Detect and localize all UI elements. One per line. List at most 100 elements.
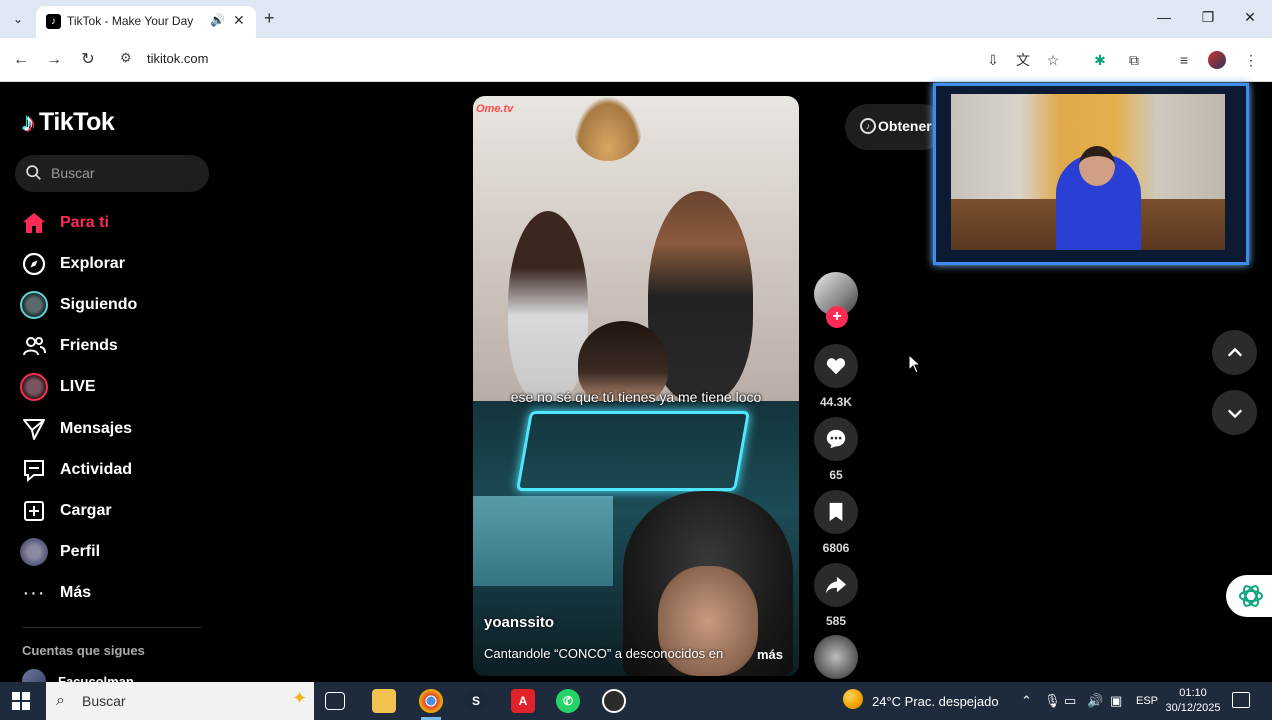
share-count: 585: [825, 614, 847, 628]
like-count: 44.3K: [819, 395, 853, 409]
browser-tab-bar: ⌄ ♪ TikTok - Make Your Day 🔊 ✕ + — ❐ ✕: [0, 0, 1272, 38]
sidebar-item-para-ti[interactable]: Para ti: [18, 202, 218, 243]
chatgpt-floating-button[interactable]: [1226, 575, 1272, 617]
sidebar-item-label: Explorar: [60, 254, 125, 272]
weather-icon[interactable]: [843, 689, 863, 709]
browser-tab[interactable]: ♪ TikTok - Make Your Day 🔊 ✕: [36, 6, 256, 38]
install-app-icon[interactable]: ⇩: [982, 49, 1004, 71]
reload-button[interactable]: ↻: [77, 49, 99, 71]
sidebar-item-label: Perfil: [60, 543, 101, 561]
follow-plus-button[interactable]: +: [826, 306, 848, 328]
copilot-sparkle-icon: ✦: [292, 688, 308, 708]
sidebar-item-explorar[interactable]: Explorar: [18, 243, 218, 284]
weather-text[interactable]: 24°C Prac. despejado: [872, 694, 999, 709]
comment-action[interactable]: 65: [814, 417, 858, 482]
video-player[interactable]: Ome.tv ese no sé que tú tienes ya me tie…: [473, 96, 799, 676]
sidebar-nav: Para ti Explorar Siguiendo Friends LIVE: [18, 202, 218, 614]
search-box[interactable]: [15, 155, 209, 192]
translate-icon[interactable]: 文: [1012, 49, 1034, 71]
search-icon: [26, 165, 41, 180]
steam-icon[interactable]: S: [464, 689, 488, 713]
sidebar-item-label: Para ti: [60, 213, 109, 231]
task-view-icon[interactable]: [325, 692, 345, 710]
comment-count: 65: [829, 468, 843, 482]
sidebar-item-label: Más: [60, 584, 92, 602]
sidebar-item-friends[interactable]: Friends: [18, 326, 218, 367]
more-link[interactable]: más: [757, 647, 783, 662]
back-button[interactable]: ←: [10, 49, 32, 71]
bookmark-star-icon[interactable]: ☆: [1042, 49, 1064, 71]
file-explorer-icon[interactable]: [372, 689, 396, 713]
sidebar-item-mas[interactable]: ··· Más: [18, 573, 218, 614]
minimize-button[interactable]: —: [1149, 9, 1179, 25]
close-tab-icon[interactable]: ✕: [233, 12, 245, 29]
whatsapp-icon[interactable]: ✆: [556, 689, 580, 713]
media-controls-icon[interactable]: ≡: [1173, 49, 1195, 71]
restore-button[interactable]: ❐: [1193, 9, 1223, 26]
home-icon: [18, 207, 50, 239]
taskbar-clock[interactable]: 01:10 30/12/2025: [1162, 686, 1224, 716]
tray-expand-icon[interactable]: ⌃: [1021, 693, 1032, 709]
tab-search-button[interactable]: ⌄: [6, 8, 30, 30]
previous-video-button[interactable]: [1212, 330, 1257, 375]
tiktok-logo[interactable]: ♪ TikTok: [22, 106, 115, 138]
display-icon[interactable]: ▣: [1110, 693, 1122, 709]
browser-menu-icon[interactable]: ⋮: [1240, 49, 1262, 71]
get-app-button[interactable]: ♪ Obtener: [845, 104, 945, 150]
sidebar-item-label: Cargar: [60, 501, 112, 519]
logo-text: TikTok: [39, 107, 115, 136]
search-input[interactable]: [51, 163, 201, 183]
video-author[interactable]: yoanssito: [484, 614, 554, 631]
next-video-button[interactable]: [1212, 390, 1257, 435]
sidebar-item-actividad[interactable]: Actividad: [18, 449, 218, 490]
audio-playing-icon[interactable]: 🔊: [210, 13, 225, 27]
obs-recording-icon[interactable]: [602, 689, 626, 713]
amd-software-icon[interactable]: A: [511, 689, 535, 713]
sidebar-item-mensajes[interactable]: Mensajes: [18, 408, 218, 449]
message-square-icon: [18, 454, 50, 486]
comment-icon[interactable]: [814, 417, 858, 461]
chrome-icon[interactable]: [419, 689, 443, 720]
bookmark-icon[interactable]: [814, 490, 858, 534]
sidebar-item-label: Mensajes: [60, 419, 133, 437]
volume-icon[interactable]: 🔊: [1087, 693, 1103, 709]
share-action[interactable]: 585: [814, 563, 858, 628]
address-bar[interactable]: tikitok.com: [147, 51, 208, 66]
music-disc[interactable]: [814, 635, 858, 679]
tiktok-note-icon: ♪: [22, 106, 35, 137]
profile-avatar[interactable]: [1206, 49, 1228, 71]
following-avatar: [18, 289, 50, 321]
tiktok-page: ♪ TikTok Para ti Explorar Siguiendo: [0, 82, 1272, 693]
taskbar-search[interactable]: ⌕ Buscar ✦: [46, 682, 314, 720]
language-indicator[interactable]: ESP: [1136, 695, 1158, 707]
chatgpt-icon: [1239, 585, 1263, 607]
sidebar-item-label: LIVE: [60, 378, 96, 396]
sidebar-item-perfil[interactable]: Perfil: [18, 532, 218, 573]
sidebar-item-live[interactable]: LIVE: [18, 367, 218, 408]
extensions-icon[interactable]: ⧉: [1123, 49, 1145, 71]
sidebar-item-cargar[interactable]: Cargar: [18, 490, 218, 531]
chevron-down-icon: [1227, 408, 1242, 418]
ceiling-lamp: [573, 96, 643, 161]
save-action[interactable]: 6806: [814, 490, 858, 555]
network-icon[interactable]: ▭: [1064, 693, 1076, 709]
chatgpt-extension-icon[interactable]: ✱: [1089, 49, 1111, 71]
site-settings-icon[interactable]: ⚙: [120, 50, 132, 66]
forward-button[interactable]: →: [43, 49, 65, 71]
send-icon: [18, 413, 50, 445]
heart-icon[interactable]: [814, 344, 858, 388]
neon-ceiling-light: [515, 411, 751, 491]
close-window-button[interactable]: ✕: [1235, 9, 1265, 26]
like-action[interactable]: 44.3K: [814, 344, 858, 409]
following-section-title: Cuentas que sigues: [22, 643, 145, 658]
sidebar-item-siguiendo[interactable]: Siguiendo: [18, 284, 218, 325]
microphone-icon[interactable]: 🎙: [1044, 693, 1061, 709]
share-icon[interactable]: [814, 563, 858, 607]
tab-title: TikTok - Make Your Day: [67, 14, 194, 28]
windows-start-icon[interactable]: [12, 692, 30, 710]
new-tab-button[interactable]: +: [264, 8, 275, 29]
sidebar-divider: [22, 627, 202, 628]
search-icon: ⌕: [56, 692, 65, 709]
friends-icon: [18, 330, 50, 362]
notification-icon[interactable]: [1232, 692, 1250, 708]
